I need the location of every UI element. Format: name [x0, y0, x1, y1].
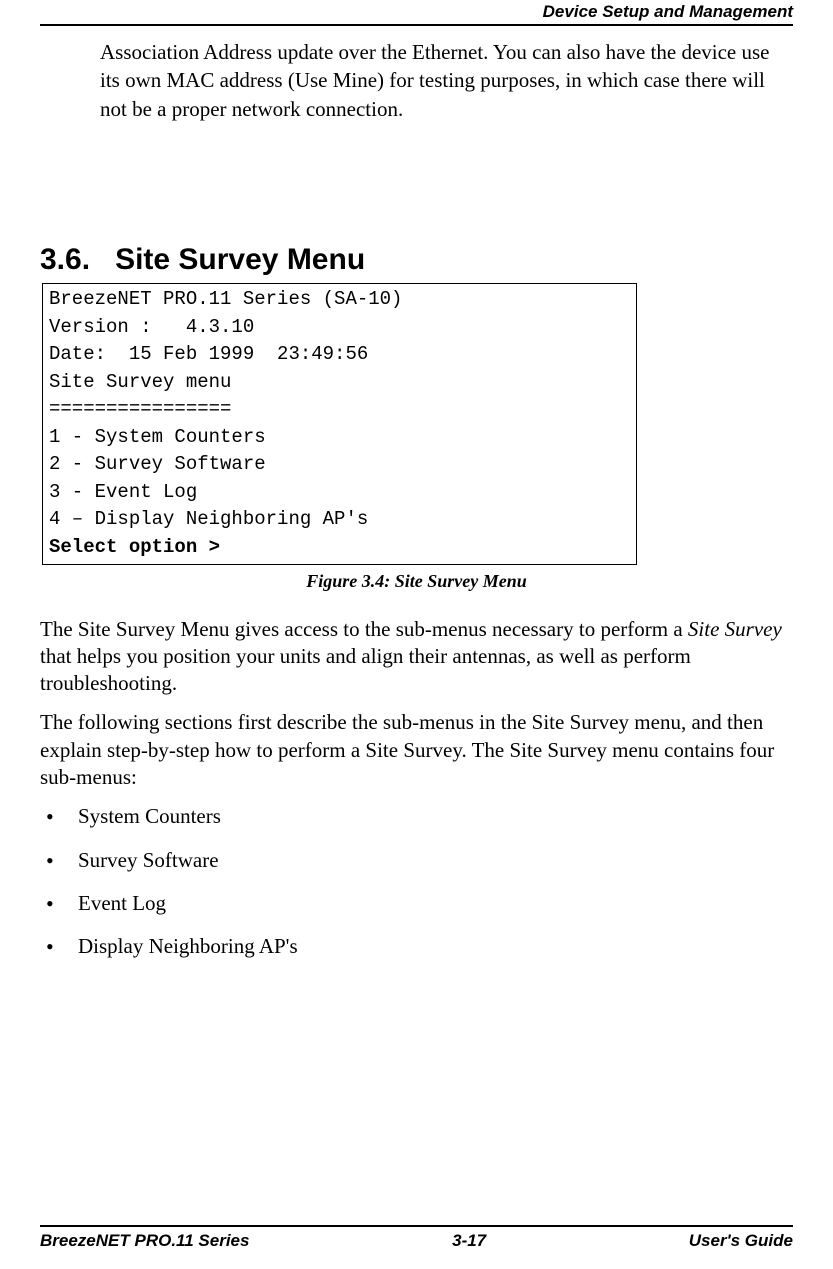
- list-item-text: Display Neighboring AP's: [78, 934, 298, 958]
- footer-page-number: 3-17: [452, 1231, 486, 1251]
- list-item: System Counters: [40, 803, 793, 830]
- bullet-list: System Counters Survey Software Event Lo…: [40, 803, 793, 960]
- code-line: 1 - System Counters: [49, 424, 630, 452]
- list-item-text: Survey Software: [78, 848, 219, 872]
- page-footer: BreezeNET PRO.11 Series 3-17 User's Guid…: [40, 1225, 793, 1251]
- list-item: Event Log: [40, 890, 793, 917]
- body-paragraph-1: The Site Survey Menu gives access to the…: [40, 616, 793, 698]
- code-line: ================: [49, 396, 630, 424]
- code-line: 4 – Display Neighboring AP's: [49, 506, 630, 534]
- para1-part-a: The Site Survey Menu gives access to the…: [40, 617, 688, 641]
- para1-italic: Site Survey: [688, 617, 782, 641]
- list-item-text: System Counters: [78, 804, 221, 828]
- list-item: Survey Software: [40, 847, 793, 874]
- continuation-paragraph: Association Address update over the Ethe…: [100, 38, 793, 123]
- header-title: Device Setup and Management: [543, 2, 793, 21]
- body-paragraph-2: The following sections first describe th…: [40, 709, 793, 791]
- section-title: Site Survey Menu: [115, 243, 365, 276]
- terminal-box: BreezeNET PRO.11 Series (SA-10) Version …: [42, 283, 637, 564]
- code-line: 3 - Event Log: [49, 479, 630, 507]
- page-header: Device Setup and Management: [40, 0, 793, 26]
- list-item: Display Neighboring AP's: [40, 933, 793, 960]
- footer-left: BreezeNET PRO.11 Series: [40, 1231, 249, 1251]
- figure-caption: Figure 3.4: Site Survey Menu: [40, 571, 793, 592]
- code-line: Date: 15 Feb 1999 23:49:56: [49, 341, 630, 369]
- section-heading: 3.6. Site Survey Menu: [40, 243, 793, 277]
- footer-right: User's Guide: [689, 1231, 793, 1251]
- code-line: BreezeNET PRO.11 Series (SA-10): [49, 286, 630, 314]
- list-item-text: Event Log: [78, 891, 166, 915]
- para1-part-c: that helps you position your units and a…: [40, 644, 691, 695]
- code-line: Version : 4.3.10: [49, 314, 630, 342]
- code-line: 2 - Survey Software: [49, 451, 630, 479]
- code-line: Site Survey menu: [49, 369, 630, 397]
- section-number: 3.6.: [40, 243, 90, 276]
- code-prompt: Select option >: [49, 534, 630, 562]
